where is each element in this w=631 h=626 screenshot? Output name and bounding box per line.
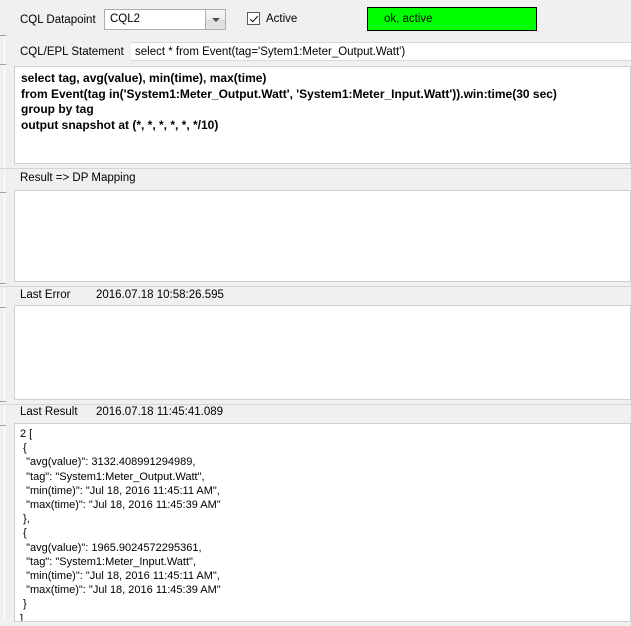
last-error-text [15, 306, 630, 309]
panel-edge-tick [0, 64, 6, 65]
cql-editor-textarea[interactable]: select tag, avg(value), min(time), max(t… [14, 66, 631, 164]
cql-datapoint-label: CQL Datapoint [20, 14, 96, 26]
last-error-label: Last Error [20, 289, 71, 301]
toolbar-row: CQL Datapoint CQL2 Active ok, active [0, 0, 631, 38]
section-separator [0, 404, 631, 405]
cql-editor-text: select tag, avg(value), min(time), max(t… [21, 71, 557, 132]
panel-edge-tick [0, 283, 6, 284]
section-separator [0, 168, 631, 169]
status-badge-text: ok, active [384, 13, 433, 25]
panel-edge-tick [0, 401, 6, 402]
last-result-label: Last Result [20, 406, 78, 418]
cql-datapoint-combobox[interactable]: CQL2 [104, 9, 226, 30]
status-badge: ok, active [367, 7, 537, 31]
panel-left-edge [0, 35, 5, 620]
panel-edge-tick [0, 192, 6, 193]
cql-datapoint-dropdown-button[interactable] [205, 10, 225, 29]
cql-epl-statement-label: CQL/EPL Statement [20, 46, 124, 58]
panel-edge-tick [0, 307, 6, 308]
result-dp-mapping-textarea[interactable] [14, 190, 631, 282]
chevron-down-icon [211, 17, 220, 22]
cql-epl-statement-input[interactable] [131, 42, 631, 61]
result-dp-mapping-label: Result => DP Mapping [20, 172, 136, 184]
active-checkbox-group[interactable]: Active [247, 12, 297, 25]
active-checkbox[interactable] [247, 12, 260, 25]
section-separator [0, 286, 631, 287]
last-error-timestamp: 2016.07.18 10:58:26.595 [96, 289, 224, 301]
last-result-text: 2 [ { "avg(value)": 3132.408991294989, "… [20, 428, 221, 622]
panel-edge-tick [0, 425, 6, 426]
last-result-textarea[interactable]: 2 [ { "avg(value)": 3132.408991294989, "… [14, 423, 631, 622]
last-result-timestamp: 2016.07.18 11:45:41.089 [96, 406, 224, 418]
cql-datapoint-value: CQL2 [110, 13, 141, 25]
last-error-textarea[interactable] [14, 305, 631, 400]
result-dp-mapping-text [15, 191, 630, 194]
active-checkbox-label: Active [266, 12, 298, 25]
